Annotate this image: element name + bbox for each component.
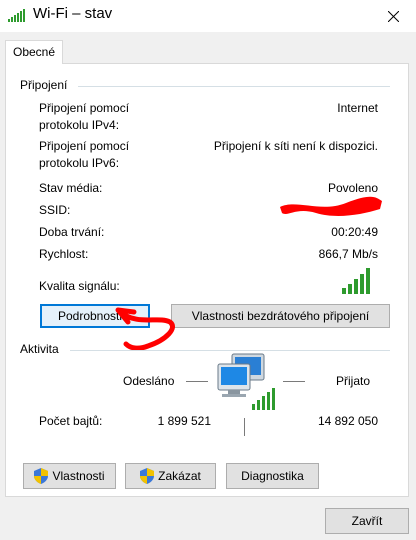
activity-group-label: Aktivita [20,342,59,356]
duration-label: Doba trvání: [39,225,105,239]
diagnose-button[interactable]: Diagnostika [226,463,319,489]
connection-group-label: Připojení [20,78,68,92]
disable-button[interactable]: Zakázat [125,463,216,489]
bytes-label: Počet bajtů: [39,414,103,428]
uac-shield-icon [140,468,155,484]
title-bar: Wi-Fi – stav [0,0,416,32]
properties-button-label: Vlastnosti [52,469,105,483]
bytes-sent-value: 1 899 521 [157,414,211,428]
diagnose-button-label: Diagnostika [241,469,304,483]
media-state-label: Stav média: [39,181,103,195]
disable-button-label: Zakázat [158,469,201,483]
ipv4-value: Internet [337,101,378,115]
duration-value: 00:20:49 [331,225,378,239]
ipv6-label-line2: protokolu IPv6: [39,156,120,170]
speed-value: 866,7 Mb/s [318,247,378,261]
wireless-properties-button[interactable]: Vlastnosti bezdrátového připojení [171,304,390,328]
ipv6-value: Připojení k síti není k dispozici. [213,139,378,153]
ipv4-label-line2: protokolu IPv4: [39,118,120,132]
ipv4-label-line1: Připojení pomocí [39,101,130,115]
uac-shield-icon [34,468,49,484]
connection-group-divider [78,86,390,87]
close-button-label: Zavřít [351,514,383,528]
wireless-properties-button-label: Vlastnosti bezdrátového připojení [191,309,370,323]
red-annotation-arrow [115,307,175,351]
received-label: Přijato [336,374,371,388]
ipv6-label-line1: Připojení pomocí [39,139,130,153]
close-icon [387,10,399,22]
network-computers-icon [217,353,275,410]
bytes-received-value: 14 892 050 [317,414,378,428]
sent-line [186,381,208,382]
tab-general[interactable]: Obecné [5,40,63,64]
signal-strength-icon [342,268,370,294]
window-title: Wi-Fi – stav [33,5,113,22]
ssid-redaction-scribble [280,196,382,216]
signal-quality-label: Kvalita signálu: [39,279,120,293]
activity-group-divider [70,350,390,351]
sent-label: Odesláno [123,374,175,388]
bytes-divider [244,418,245,436]
speed-label: Rychlost: [39,247,89,261]
ssid-label: SSID: [39,203,71,217]
window-close-button[interactable] [370,0,416,32]
close-button[interactable]: Zavřít [325,508,409,534]
properties-button[interactable]: Vlastnosti [23,463,116,489]
wifi-signal-icon [8,9,25,22]
received-line [283,381,305,382]
